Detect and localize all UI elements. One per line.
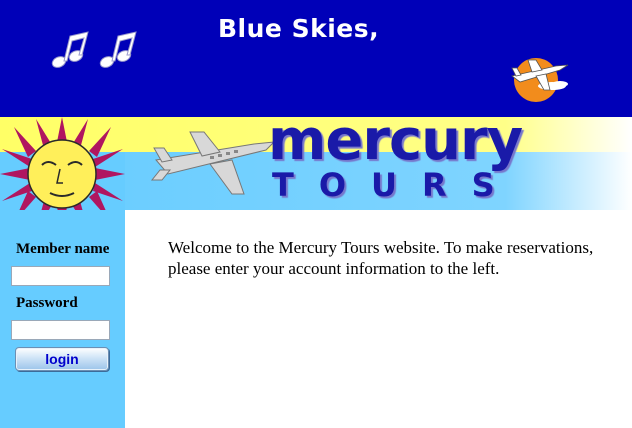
password-label: Password [16, 295, 78, 311]
airplane-sun-logo-icon [511, 58, 569, 102]
music-notes-icon [51, 31, 137, 68]
banner-title: Blue Skies, [218, 14, 380, 43]
brand-tagline: TOURS [272, 166, 520, 204]
top-banner: Blue Skies, [0, 0, 632, 117]
welcome-message: Welcome to the Mercury Tours website. To… [168, 238, 594, 278]
brand-name: mercury [268, 108, 523, 173]
airplane-icon [150, 131, 276, 195]
member-name-input[interactable] [11, 266, 110, 286]
password-input[interactable] [11, 320, 110, 340]
member-name-label: Member name [16, 241, 110, 257]
login-button[interactable]: login [15, 347, 109, 371]
